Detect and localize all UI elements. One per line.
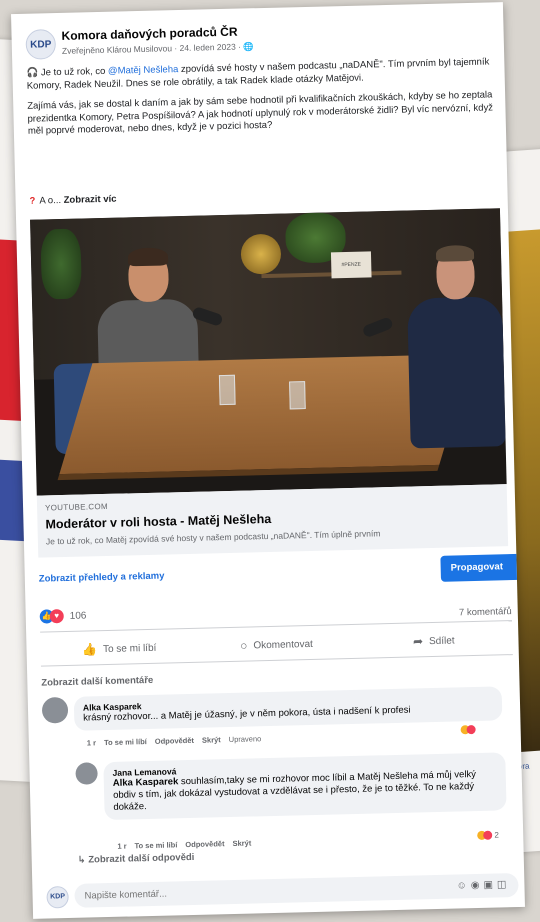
link-title: Moderátor v roli hosta - Matěj Nešleha (45, 511, 272, 532)
question-mark-icon: ? (29, 195, 36, 207)
page-avatar[interactable]: KDP (25, 29, 57, 60)
post-meta: Zveřejněno Klárou Musilovou · 24. leden … (62, 41, 254, 57)
see-more-line: ? A o... Zobrazit víc (29, 194, 116, 207)
more-replies-link[interactable]: ↳ Zobrazit další odpovědi (78, 852, 195, 866)
comment-bubble: Alka Kasparek krásný rozhovor... a Matěj… (73, 686, 503, 731)
avatar[interactable] (41, 696, 69, 724)
action-bar: 👍 To se mi líbí ○ Okomentovat ➦ Sdílet (40, 626, 512, 664)
reaction-count: 106 (69, 609, 87, 622)
link-preview[interactable]: YOUTUBE.COM Moderátor v roli hosta - Mat… (36, 484, 509, 558)
globe-icon: 🌐 (243, 41, 255, 52)
comment-input[interactable] (74, 873, 519, 908)
reaction-count: 2 (494, 830, 500, 840)
link-domain: YOUTUBE.COM (44, 501, 109, 513)
guest-person (406, 244, 506, 450)
page-name[interactable]: Komora daňových poradců ČR (61, 25, 237, 43)
comment-reply-link[interactable]: Odpovědět (185, 839, 224, 849)
more-prefix: A o... (39, 194, 62, 207)
comment-reactions[interactable] (460, 725, 476, 735)
comment-reply-link[interactable]: Odpovědět (155, 736, 194, 746)
post-meta-text: Zveřejněno Klárou Musilovou · 24. leden … (61, 41, 242, 56)
comment-hide-link[interactable]: Skrýt (232, 839, 251, 848)
promote-button[interactable]: Propagovat (440, 553, 521, 582)
glass (218, 374, 236, 406)
comment-time[interactable]: 1 r (87, 738, 96, 747)
love-reaction-icon: ♥ (49, 609, 64, 624)
comment-button[interactable]: ○ Okomentovat (198, 630, 356, 660)
mention-link[interactable]: @Matěj Nešleha (108, 64, 179, 77)
share-label: Sdílet (428, 634, 455, 647)
composer-tools: ☺◉▣◫ (456, 879, 510, 891)
post-card: KDP Komora daňových poradců ČR Zveřejněn… (11, 2, 525, 919)
comment-like-link[interactable]: To se mi líbí (104, 737, 147, 747)
like-label: To se mi líbí (102, 642, 157, 655)
thumbs-up-icon: 👍 (81, 642, 98, 657)
video-thumbnail[interactable]: #PENZE (30, 208, 507, 496)
sticker-icon[interactable]: ◫ (497, 879, 511, 890)
studio-sign: #PENZE (330, 251, 372, 279)
link-description: Je to už rok, co Matěj zpovídá své hosty… (45, 528, 381, 547)
post-text: 🎧 Je to už rok, co @Matěj Nešleha zpovíd… (26, 56, 496, 146)
glass (289, 381, 306, 410)
camera-icon[interactable]: ◉ (471, 880, 484, 891)
reply-item: Jana Lemanová Alka Kasparek souhlasím,ta… (75, 752, 515, 853)
comment-hide-link[interactable]: Skrýt (202, 735, 221, 744)
post-text-part: Je to už rok, co (40, 65, 109, 79)
emoji-icon[interactable]: ☺ (456, 880, 470, 891)
comment-meta: 1 r To se mi líbí Odpovědět Skrýt (117, 838, 259, 851)
love-reaction-icon (466, 725, 476, 735)
reply-arrow-icon: ↳ (77, 854, 86, 866)
avatar[interactable] (75, 762, 98, 785)
mention-link[interactable]: Alka Kasparek (113, 776, 179, 789)
love-reaction-icon (483, 831, 493, 841)
like-button[interactable]: 👍 To se mi líbí (40, 634, 198, 664)
comment-edited: Upraveno (228, 734, 262, 745)
comment-composer: KDP ☺◉▣◫ (46, 872, 519, 910)
post-header: KDP Komora daňových poradců ČR Zveřejněn… (25, 16, 490, 63)
comment-reactions[interactable]: 2 (477, 830, 500, 841)
comments-count[interactable]: 7 komentářů (459, 606, 512, 618)
gif-icon[interactable]: ▣ (483, 880, 497, 891)
post-paragraph-2: Zajímá vás, jak se dostal k daním a jak … (27, 89, 494, 137)
see-more-link[interactable]: Zobrazit víc (64, 194, 117, 206)
comment-label: Okomentovat (253, 638, 313, 651)
plant-decoration (40, 228, 82, 300)
comment-item: Alka Kasparek krásný rozhovor... a Matěj… (41, 686, 513, 757)
avatar: KDP (46, 886, 69, 909)
share-button[interactable]: ➦ Sdílet (355, 626, 513, 656)
share-icon: ➦ (412, 634, 424, 649)
reactions-summary[interactable]: 👍 ♥ 106 (39, 608, 87, 624)
comment-time[interactable]: 1 r (117, 842, 126, 851)
comment-icon: ○ (239, 638, 248, 653)
more-comments-link[interactable]: Zobrazit další komentáře (41, 675, 153, 689)
insights-link[interactable]: Zobrazit přehledy a reklamy (39, 571, 165, 585)
comment-like-link[interactable]: To se mi líbí (134, 840, 177, 850)
more-replies-label: Zobrazit další odpovědi (88, 851, 195, 866)
comment-meta: 1 r To se mi líbí Odpovědět Skrýt Upraveno (87, 734, 262, 747)
headphones-icon: 🎧 (26, 67, 39, 79)
comment-bubble: Jana Lemanová Alka Kasparek souhlasím,ta… (103, 752, 507, 821)
